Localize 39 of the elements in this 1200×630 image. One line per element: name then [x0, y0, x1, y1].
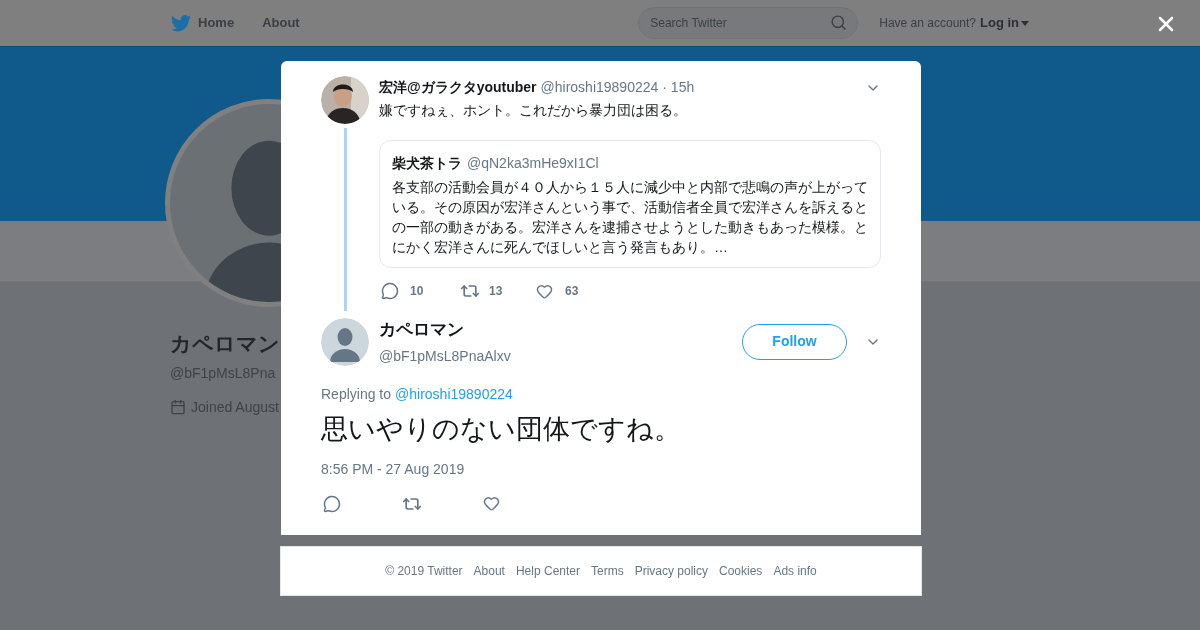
author-name: 宏洋@ガラクタyoutuber [379, 78, 537, 97]
footer-link[interactable]: Terms [591, 562, 624, 580]
search-icon [830, 14, 848, 31]
quoted-tweet-text: 各支部の活動会員が４０人から１５人に減少中と内部で悲鳴の声が上がっている。その原因が宏洋さんという事で、活動信者全員で宏洋さんを訴えるとの一部の動きがある。宏洋さんを逮捕させようとした動きもあった模様。とにかく宏洋さんに死んでほしいと言う発言もあり。… [392, 178, 868, 257]
footer-link[interactable]: Ads info [773, 562, 817, 580]
mention-link[interactable]: @hiroshi19890224 [395, 383, 513, 405]
nav-link[interactable]: About [262, 13, 300, 33]
caret-icon [1021, 20, 1029, 26]
tweet-time: · 15h [662, 78, 695, 97]
tweet-text: 思いやりのない団体ですね。 [321, 412, 682, 446]
tweet-text: 嫌ですねぇ、ホント。これだから暴力団は困る。 [379, 101, 688, 120]
calendar-icon [170, 399, 186, 415]
nav-link[interactable]: Home [198, 13, 235, 33]
avatar-icon [321, 317, 369, 366]
account-prompt: Have an account? [879, 15, 976, 32]
profile-name: カペロマン [170, 331, 280, 357]
quoted-author-handle: @qN2ka3mHe9xI1Cl [467, 154, 599, 173]
reply-count: 10 [410, 283, 425, 300]
retweet-count: 13 [489, 283, 504, 300]
bird-logo-icon [171, 14, 191, 32]
like-count: 63 [565, 283, 579, 300]
like-icon[interactable] [536, 282, 553, 300]
quoted-tweet[interactable]: 柴犬茶トラ @qN2ka3mHe9xI1Cl 各支部の活動会員が４０人から１５人に減少中と内部で悲鳴の声が上がっている。その原因が宏洋さんという事で、活動信者全員で宏洋さんを訴えるとの一部の動きがある。宏洋さんを逮捕させようとした動きもあった模様。とにかく宏洋さんに死んでほしいと言う発言もあり。… [379, 140, 881, 268]
login-link[interactable]: Log in [980, 13, 1019, 33]
reply-icon[interactable] [323, 494, 341, 513]
copyright-text: © 2019 Twitter [385, 563, 463, 580]
footer-link[interactable]: Privacy policy [634, 562, 708, 580]
footer-link[interactable]: Cookies [719, 562, 763, 580]
author-handle: @hiroshi19890224 [540, 78, 659, 97]
reply-icon[interactable] [381, 282, 399, 300]
like-icon[interactable] [483, 495, 500, 512]
tweet-timestamp: 8:56 PM - 27 Aug 2019 [321, 459, 466, 479]
footer-link[interactable]: Help Center [515, 562, 580, 580]
quoted-author-name: 柴犬茶トラ [392, 154, 462, 173]
author-name: カペロマン [379, 319, 465, 341]
footer-link[interactable]: About [473, 562, 505, 580]
author-handle: @bF1pMsL8PnaAlxv [379, 346, 512, 366]
search-field[interactable]: Search Twitter [638, 7, 859, 39]
replying-label: Replying to [321, 384, 392, 404]
